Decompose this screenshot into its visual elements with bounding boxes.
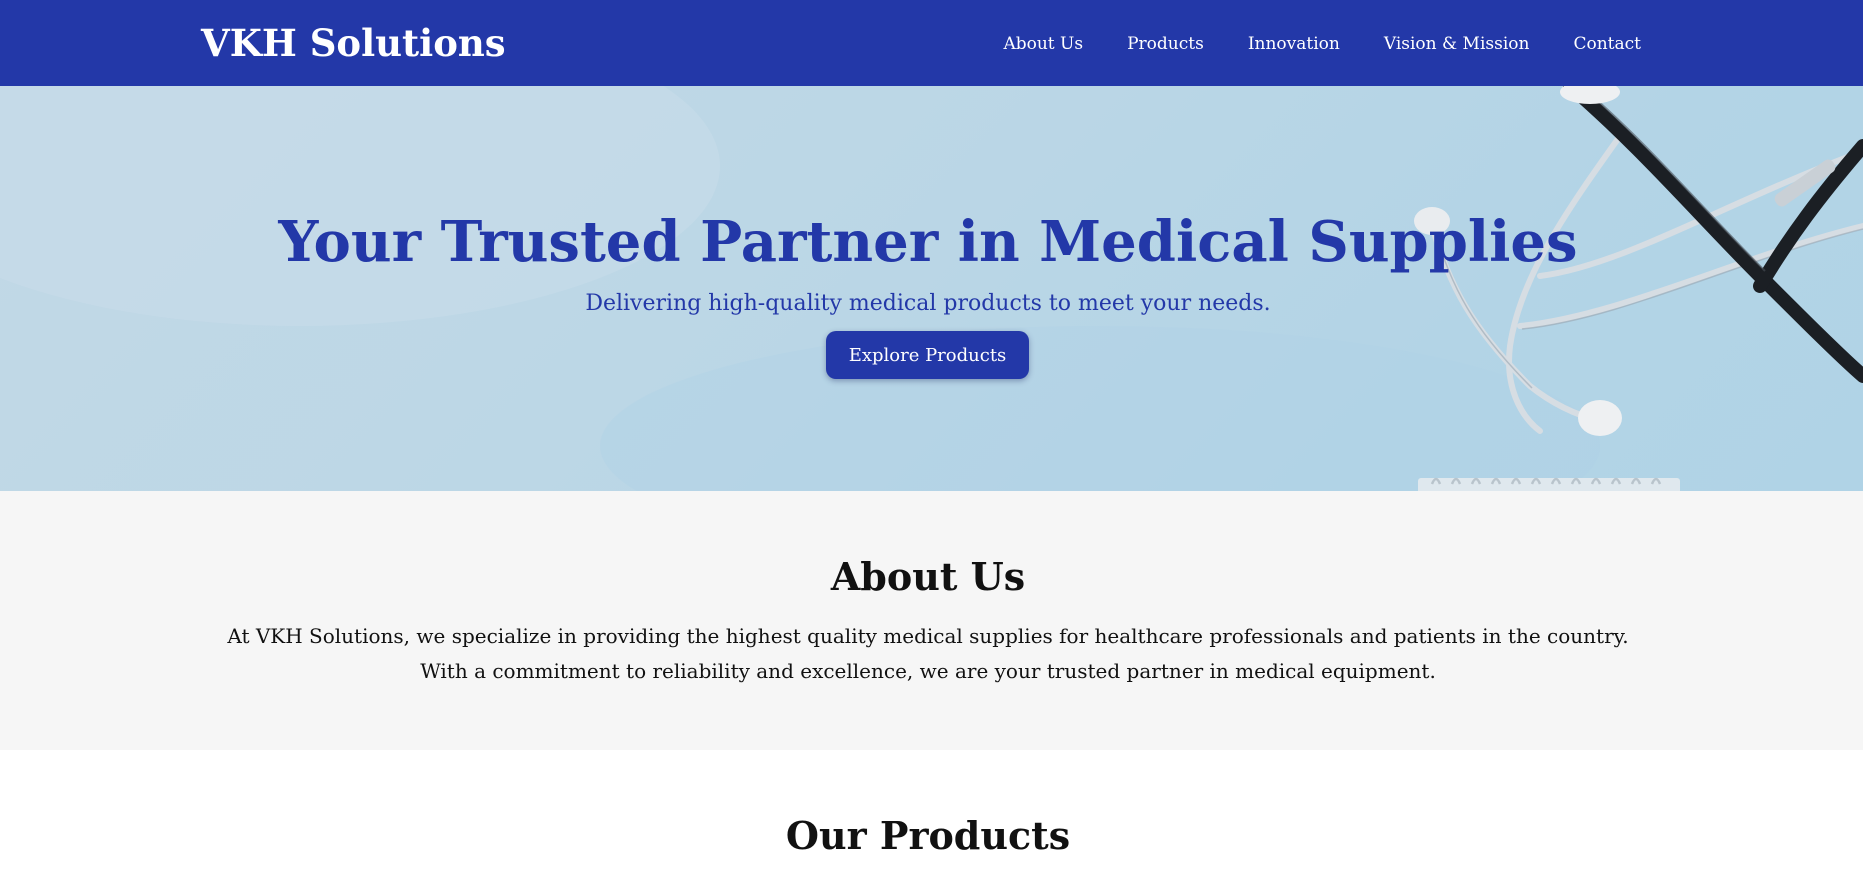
about-heading: About Us — [830, 554, 1026, 599]
nav-innovation[interactable]: Innovation — [1248, 30, 1340, 58]
products-heading: Our Products — [785, 813, 1071, 858]
hero-title: Your Trusted Partner in Medical Supplies — [278, 209, 1578, 275]
main-nav: About Us Products Innovation Vision & Mi… — [1003, 30, 1641, 58]
about-section: About Us At VKH Solutions, we specialize… — [0, 491, 1863, 750]
hero-subtitle: Delivering high-quality medical products… — [585, 291, 1271, 316]
site-header: VKH Solutions About Us Products Innovati… — [0, 0, 1863, 86]
hero-section: Your Trusted Partner in Medical Supplies… — [0, 86, 1863, 491]
nav-about-us[interactable]: About Us — [1003, 30, 1083, 58]
nav-contact[interactable]: Contact — [1573, 30, 1641, 58]
nav-products[interactable]: Products — [1127, 30, 1204, 58]
products-section: Our Products — [0, 750, 1863, 878]
brand-logo[interactable]: VKH Solutions — [201, 18, 506, 68]
nav-vision-mission[interactable]: Vision & Mission — [1384, 30, 1530, 58]
explore-products-button[interactable]: Explore Products — [826, 331, 1029, 379]
about-text: At VKH Solutions, we specialize in provi… — [227, 624, 1629, 683]
